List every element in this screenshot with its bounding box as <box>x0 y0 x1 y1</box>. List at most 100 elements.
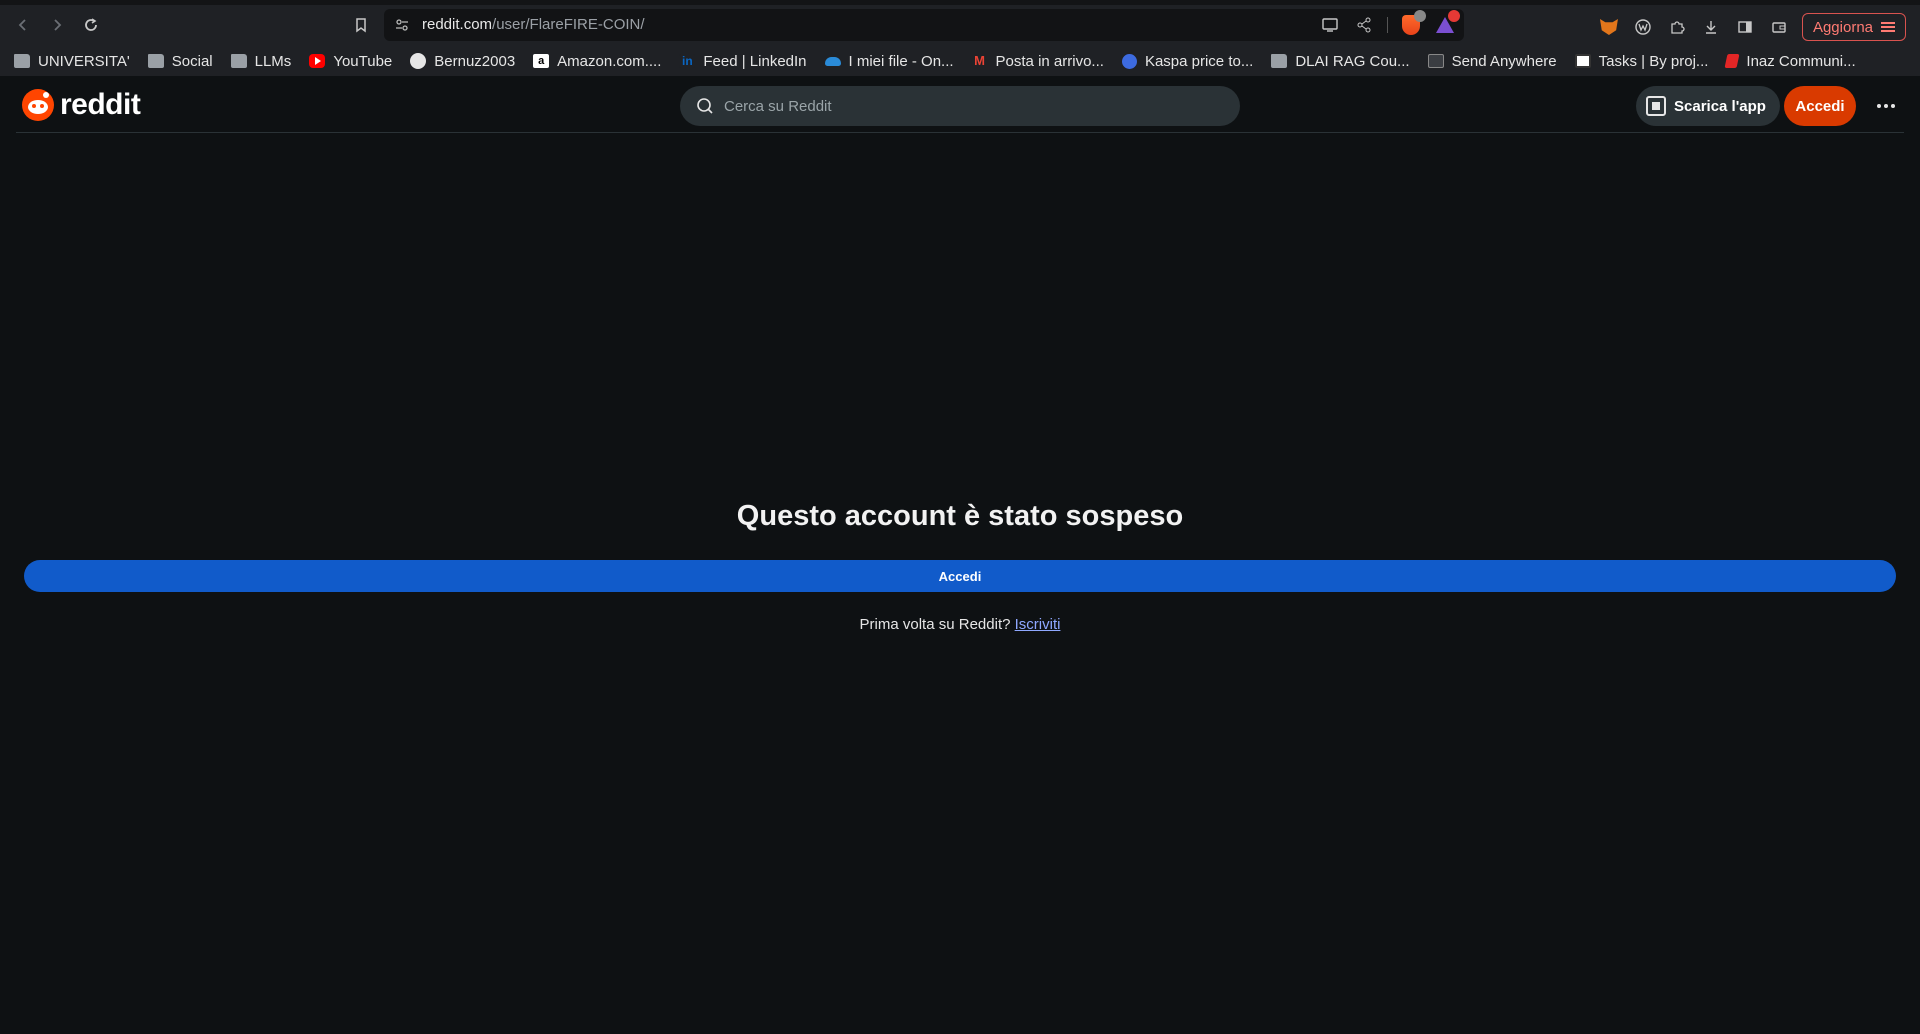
bookmark-label: Send Anywhere <box>1451 52 1557 70</box>
suspended-message: Questo account è stato sospeso <box>736 500 1184 532</box>
get-app-button[interactable]: Scarica l'app <box>1636 86 1780 126</box>
youtube-icon <box>309 54 326 68</box>
inaz-icon <box>1724 54 1740 68</box>
send-anywhere-icon <box>1427 54 1444 68</box>
update-browser-button[interactable]: Aggiorna <box>1801 13 1906 41</box>
bookmark-label: DLAI RAG Cou... <box>1295 52 1410 70</box>
url-actions <box>1319 10 1460 36</box>
bookmark-label: YouTube <box>333 52 393 70</box>
menu-icon <box>1881 22 1895 32</box>
address-bar[interactable]: reddit.com/user/FlareFIRE-COIN/ <box>384 9 1464 41</box>
folder-icon <box>230 54 247 68</box>
bookmark-github[interactable]: Bernuz2003 <box>410 53 515 70</box>
bookmark-onedrive[interactable]: I miei file - On... <box>824 52 954 70</box>
bookmark-llms[interactable]: LLMs <box>230 53 291 70</box>
bookmark-label: Bernuz2003 <box>434 52 516 70</box>
signup-prompt: Prima volta su Reddit? <box>859 616 1011 633</box>
linkedin-icon: in <box>679 54 696 68</box>
metamask-fox-icon <box>1599 19 1618 35</box>
bookmark-label: Posta in arrivo... <box>995 52 1104 70</box>
header-login-button[interactable]: Accedi <box>1784 86 1856 126</box>
bookmark-kaspa[interactable]: Kaspa price to... <box>1121 52 1254 70</box>
bookmark-social[interactable]: Social <box>147 52 213 70</box>
brave-shields-button[interactable] <box>1400 10 1426 36</box>
bookmark-label: Tasks | By proj... <box>1598 52 1709 70</box>
snoo-icon <box>22 89 54 121</box>
bookmark-page-button[interactable] <box>350 14 372 36</box>
main-login-button[interactable]: Accedi <box>24 560 1896 592</box>
bookmark-universita[interactable]: UNIVERSITA' <box>14 53 130 70</box>
sidebar-toggle-button[interactable] <box>1734 16 1756 38</box>
sidebar-icon <box>1738 21 1752 33</box>
url-host: reddit.com <box>422 16 493 33</box>
url-path: /user/FlareFIRE-COIN/ <box>492 16 645 33</box>
bookmark-gmail[interactable]: M Posta in arrivo... <box>972 53 1104 70</box>
url-text[interactable]: reddit.com/user/FlareFIRE-COIN/ <box>422 16 645 33</box>
bookmark-label: UNIVERSITA' <box>38 52 130 70</box>
bookmark-label: Feed | LinkedIn <box>703 52 807 70</box>
reload-icon <box>85 18 97 31</box>
bookmark-label: Inaz Communi... <box>1746 52 1856 70</box>
login-label: Accedi <box>1795 97 1845 115</box>
bookmark-youtube[interactable]: YouTube <box>309 53 392 70</box>
bookmark-send-anywhere[interactable]: Send Anywhere <box>1427 52 1557 70</box>
search-icon <box>697 98 713 114</box>
qr-code-icon <box>1646 96 1666 116</box>
forward-button[interactable] <box>46 14 68 36</box>
bookmark-icon <box>356 18 366 33</box>
metamask-extension[interactable] <box>1598 16 1620 38</box>
extensions-area: Aggiorna <box>1598 13 1906 41</box>
bookmark-inaz[interactable]: Inaz Communi... <box>1724 52 1856 70</box>
logo-text: reddit <box>60 88 141 121</box>
dot <box>1891 104 1895 108</box>
bookmark-amazon[interactable]: a Amazon.com.... <box>533 53 661 70</box>
gmail-icon: M <box>974 53 985 68</box>
reddit-logo[interactable]: reddit <box>22 88 141 122</box>
update-label: Aggiorna <box>1812 18 1873 36</box>
signup-prompt-line: Prima volta su Reddit? Iscriviti <box>0 616 1920 633</box>
browser-toolbar: reddit.com/user/FlareFIRE-COIN/ Aggiorna <box>0 0 1920 46</box>
downloads-button[interactable] <box>1700 16 1722 38</box>
bookmark-label: I miei file - On... <box>848 52 954 70</box>
github-icon <box>410 53 427 69</box>
share-button[interactable] <box>1353 14 1375 36</box>
bookmark-linkedin[interactable]: in Feed | LinkedIn <box>679 52 807 70</box>
share-icon <box>1357 17 1371 33</box>
dot <box>1884 104 1888 108</box>
signup-link[interactable]: Iscriviti <box>1015 616 1061 633</box>
bookmark-label: Amazon.com.... <box>557 52 662 70</box>
kaspa-icon <box>1121 53 1137 69</box>
main-login-label: Accedi <box>938 568 982 584</box>
puzzle-icon <box>1671 21 1685 34</box>
reddit-header: reddit Scarica l'app Accedi <box>0 76 1920 132</box>
extension-w-button[interactable] <box>1632 16 1654 38</box>
bookmark-label: Social <box>171 52 213 70</box>
more-options-button[interactable] <box>1866 86 1906 126</box>
get-app-label: Scarica l'app <box>1674 97 1766 115</box>
bookmark-dlai-rag[interactable]: DLAI RAG Cou... <box>1271 52 1410 70</box>
bookmarks-bar: UNIVERSITA' Social LLMs YouTube Bernuz20… <box>0 46 1920 76</box>
header-divider <box>16 132 1904 133</box>
folder-icon <box>14 54 30 68</box>
brave-rewards-button[interactable] <box>1434 10 1460 36</box>
download-icon <box>1705 21 1716 34</box>
extensions-button[interactable] <box>1666 16 1688 38</box>
search-input[interactable] <box>724 97 1204 115</box>
notion-icon <box>1574 54 1591 68</box>
dot <box>1877 104 1881 108</box>
wallet-button[interactable] <box>1768 16 1790 38</box>
cast-button[interactable] <box>1319 14 1341 36</box>
search-bar[interactable] <box>680 86 1240 126</box>
shield-count-badge <box>1414 10 1426 22</box>
site-settings-icon[interactable] <box>394 17 410 33</box>
bookmark-label: Kaspa price to... <box>1144 52 1254 70</box>
bookmark-tasks[interactable]: Tasks | By proj... <box>1574 52 1709 70</box>
chevron-left-icon <box>18 19 26 31</box>
chevron-right-icon <box>54 19 62 31</box>
reload-button[interactable] <box>80 14 102 36</box>
rewards-badge <box>1448 10 1460 22</box>
reddit-page: reddit Scarica l'app Accedi Questo accou… <box>0 76 1920 1034</box>
cast-icon <box>1322 18 1338 32</box>
back-button[interactable] <box>12 14 34 36</box>
wallet-icon <box>1772 22 1786 33</box>
